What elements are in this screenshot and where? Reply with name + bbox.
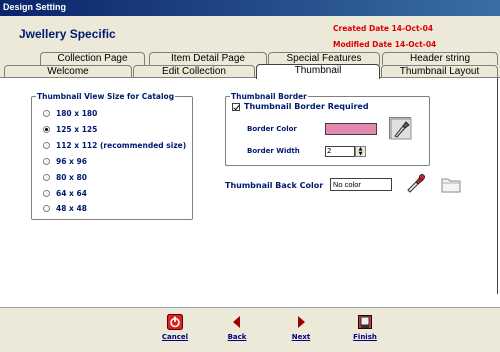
- radio-button[interactable]: [43, 174, 50, 181]
- color-dropper-icon: [407, 174, 425, 193]
- back-label: Back: [227, 333, 247, 341]
- tab-item-detail-page[interactable]: Item Detail Page: [149, 52, 267, 65]
- finish-flag-icon: [358, 315, 372, 329]
- radio-button[interactable]: [43, 190, 50, 197]
- radio-label: 180 x 180: [56, 109, 98, 118]
- border-color-label: Border Color: [247, 125, 297, 133]
- radio-button[interactable]: [43, 158, 50, 165]
- back-color-input[interactable]: No color: [330, 178, 392, 191]
- design-setting-window: Design Setting Jwellery Specific Created…: [0, 0, 500, 352]
- next-label: Next: [291, 333, 311, 341]
- color-picker-icon: [390, 118, 412, 140]
- border-required-checkbox[interactable]: [232, 102, 240, 111]
- created-date: Created Date 14-Oct-04: [333, 24, 434, 33]
- radio-size-80[interactable]: 80 x 80: [43, 172, 87, 183]
- finish-button[interactable]: Finish: [347, 314, 383, 341]
- border-required-checkbox-row[interactable]: Thumbnail Border Required: [232, 102, 369, 111]
- cancel-icon: [167, 314, 183, 330]
- radio-size-48[interactable]: 48 x 48: [43, 203, 87, 214]
- radio-size-96[interactable]: 96 x 96: [43, 156, 87, 167]
- color-picker-button[interactable]: [389, 117, 412, 140]
- finish-label: Finish: [353, 333, 377, 341]
- tab-collection-page[interactable]: Collection Page: [40, 52, 145, 65]
- cancel-label: Cancel: [161, 333, 189, 341]
- radio-button[interactable]: [43, 110, 50, 117]
- spin-down-icon[interactable]: ▼: [356, 152, 365, 157]
- border-required-label: Thumbnail Border Required: [244, 102, 369, 111]
- title-bar: Design Setting: [0, 0, 500, 16]
- arrow-left-icon: [233, 316, 240, 328]
- collection-name: Jwellery Specific: [19, 27, 116, 41]
- view-size-legend: Thumbnail View Size for Catalog: [37, 92, 175, 101]
- border-width-input[interactable]: 2: [325, 146, 355, 157]
- radio-label: 96 x 96: [56, 157, 87, 166]
- back-button[interactable]: Back: [219, 314, 255, 341]
- radio-label: 64 x 64: [56, 189, 87, 198]
- radio-label: 112 x 112 (recommended size): [56, 141, 187, 150]
- tab-thumbnail[interactable]: Thumbnail: [256, 64, 380, 79]
- radio-size-125[interactable]: 125 x 125: [43, 124, 97, 135]
- radio-button-selected[interactable]: [43, 126, 50, 133]
- arrow-right-icon: [298, 316, 305, 328]
- radio-size-180[interactable]: 180 x 180: [43, 108, 97, 119]
- header-panel: Jwellery Specific Created Date 14-Oct-04…: [0, 16, 500, 50]
- cancel-button[interactable]: Cancel: [157, 314, 193, 341]
- border-width-spinner[interactable]: ▲ ▼: [355, 146, 366, 157]
- back-color-picker-button[interactable]: [405, 173, 427, 193]
- radio-label: 125 x 125: [56, 125, 98, 134]
- radio-label: 80 x 80: [56, 173, 87, 182]
- next-button[interactable]: Next: [283, 314, 319, 341]
- radio-size-112[interactable]: 112 x 112 (recommended size): [43, 140, 186, 151]
- folder-icon: [441, 178, 461, 193]
- radio-size-64[interactable]: 64 x 64: [43, 188, 87, 199]
- modified-date: Modified Date 14-Oct-04: [333, 40, 437, 49]
- tab-header-string[interactable]: Header string: [382, 52, 498, 65]
- border-width-label: Border Width: [247, 147, 300, 155]
- radio-button[interactable]: [43, 142, 50, 149]
- browse-image-button[interactable]: [440, 174, 462, 194]
- panel-edge: [497, 78, 498, 294]
- back-color-label: Thumbnail Back Color: [225, 181, 324, 190]
- border-legend: Thumbnail Border: [231, 92, 307, 101]
- radio-label: 48 x 48: [56, 204, 87, 213]
- radio-button[interactable]: [43, 205, 50, 212]
- border-color-swatch[interactable]: [325, 123, 377, 135]
